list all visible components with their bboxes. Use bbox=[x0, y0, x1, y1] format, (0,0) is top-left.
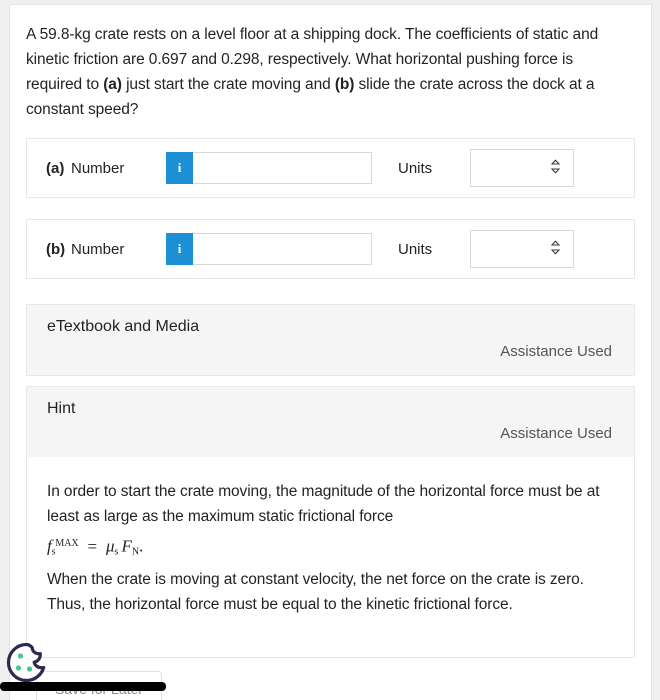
formula-f-sup: MAX bbox=[55, 538, 79, 549]
formula-period: . bbox=[138, 536, 144, 556]
cookie-chip-1 bbox=[17, 653, 24, 659]
hint-title: Hint bbox=[47, 400, 76, 417]
formula-mu-sub: s bbox=[114, 546, 119, 558]
hint-formula: fsMAX = μs FN. bbox=[47, 529, 608, 567]
etextbook-assistance-used: Assistance Used bbox=[500, 343, 612, 360]
etextbook-title: eTextbook and Media bbox=[47, 318, 200, 335]
units-select-b[interactable] bbox=[470, 230, 574, 268]
number-input-b[interactable] bbox=[193, 233, 372, 265]
answer-part-label-a: (a) bbox=[46, 159, 65, 177]
number-label-a: Number bbox=[71, 159, 125, 177]
formula-equals: = bbox=[87, 536, 97, 556]
question-page: A 59.8-kg crate rests on a level floor a… bbox=[9, 4, 652, 700]
cookie-chip-2 bbox=[15, 665, 22, 671]
question-part-b-marker: (b) bbox=[334, 76, 355, 93]
hint-body: In order to start the crate moving, the … bbox=[27, 457, 634, 658]
formula-F-symbol: F bbox=[121, 536, 132, 556]
number-field-group-a: i bbox=[166, 152, 372, 184]
horizontal-scrollbar-thumb[interactable] bbox=[0, 682, 166, 691]
question-segment-2: just start the crate moving and bbox=[121, 76, 335, 93]
chevron-updown-icon-b bbox=[550, 240, 561, 258]
answer-part-label-b: (b) bbox=[46, 240, 66, 258]
chevron-updown-icon-a bbox=[550, 159, 561, 177]
answer-row-a: (a) Number i Units bbox=[26, 138, 635, 198]
horizontal-scrollbar-track[interactable] bbox=[0, 682, 660, 692]
hint-panel: Hint Assistance Used In order to start t… bbox=[26, 386, 635, 659]
cookie-consent-icon[interactable] bbox=[3, 639, 51, 687]
units-select-a[interactable] bbox=[470, 149, 574, 187]
number-input-a[interactable] bbox=[193, 152, 372, 184]
hint-assistance-used: Assistance Used bbox=[500, 425, 612, 442]
question-text: A 59.8-kg crate rests on a level floor a… bbox=[26, 22, 627, 122]
number-label-b: Number bbox=[71, 240, 125, 258]
hint-paragraph-1: In order to start the crate moving, the … bbox=[47, 483, 600, 525]
units-label-b: Units bbox=[398, 240, 433, 258]
hint-paragraph-2: When the crate is moving at constant vel… bbox=[47, 571, 584, 614]
cookie-chip-3 bbox=[26, 666, 33, 672]
answer-row-b: (b) Number i Units bbox=[26, 219, 635, 279]
formula-F-sub: N bbox=[131, 546, 139, 558]
question-part-a-marker: (a) bbox=[103, 76, 122, 93]
units-label-a: Units bbox=[398, 159, 433, 177]
etextbook-and-media-panel: eTextbook and Media Assistance Used bbox=[26, 304, 635, 376]
etextbook-header[interactable]: eTextbook and Media Assistance Used bbox=[27, 305, 634, 375]
hint-header[interactable]: Hint Assistance Used bbox=[27, 387, 634, 457]
info-icon-a[interactable]: i bbox=[166, 152, 193, 184]
number-field-group-b: i bbox=[166, 233, 372, 265]
info-icon-b[interactable]: i bbox=[166, 233, 193, 265]
